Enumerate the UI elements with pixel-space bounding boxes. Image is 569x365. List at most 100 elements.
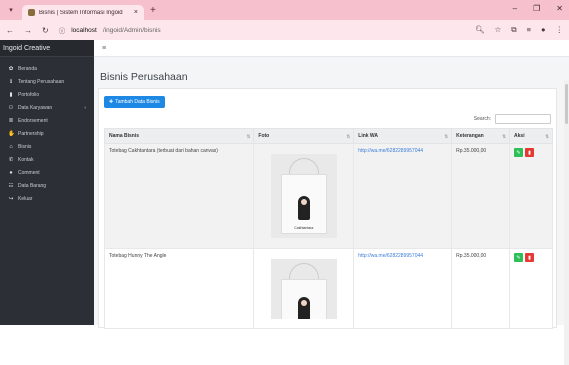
table-icon: ☷ (8, 182, 14, 189)
sidebar-item-endorsement[interactable]: ≣ Endorsement (0, 114, 94, 127)
sidebar-item-comment[interactable]: ● Comment (0, 166, 94, 179)
site-info-icon[interactable]: ⓘ (59, 25, 66, 35)
forward-icon[interactable]: → (24, 26, 32, 35)
sidebar-item-data-karyawan[interactable]: ⚇ Data Karyawan ‹ (0, 101, 94, 114)
reload-icon[interactable]: ↻ (42, 26, 49, 35)
tab-search-dropdown-icon[interactable]: ▾ (4, 4, 18, 16)
address-bar[interactable]: ⓘ localhost/ingoid/Admin/bisnis (59, 23, 465, 37)
sort-icon: ⇅ (246, 134, 251, 139)
logout-icon: ↪ (8, 195, 14, 202)
trash-icon: ▮ (528, 149, 531, 156)
sort-icon: ⇅ (502, 134, 507, 139)
delete-button[interactable]: ▮ (525, 148, 535, 157)
col-header-link-wa[interactable]: Link WA ⇅ (353, 128, 453, 144)
table-row: Totebag Cakhtantara (terbuat dari bahan … (103, 143, 553, 249)
comment-icon: ● (9, 169, 13, 176)
sidebar-item-label: Data Barang (18, 182, 47, 189)
edit-icon: ✎ (516, 149, 521, 156)
sort-icon: ⇅ (444, 134, 449, 139)
phone-icon: ✆ (8, 156, 14, 163)
figure-face (300, 199, 307, 205)
search-label: Search: (473, 116, 491, 122)
new-tab-icon[interactable]: + (150, 5, 156, 16)
palette-icon: ✿ (8, 65, 14, 72)
close-window-icon[interactable]: ✕ (556, 4, 563, 13)
sidebar-item-label: Data Karyawan (18, 104, 53, 111)
edit-button[interactable]: ✎ (514, 253, 524, 262)
cell-keterangan: Rp.35.000,00 (451, 143, 511, 249)
browser-tabbar: ▾ Bisnis | Sistem Informasi Ingoid × + –… (0, 0, 569, 20)
sidebar-item-label: Partnership (18, 130, 44, 137)
add-bisnis-label: Tambah Data Bisnis (115, 99, 160, 105)
sort-icon: ⇅ (545, 134, 549, 139)
header-label: Keterangan (456, 133, 484, 139)
data-card: ✚ Tambah Data Bisnis Search: Nama Bisnis… (98, 88, 557, 329)
header-label: Link WA (358, 133, 378, 139)
sidebar-item-tentang-perusahaan[interactable]: ℹ Tentang Perusahaan (0, 75, 94, 88)
edit-icon: ✎ (516, 254, 521, 261)
header-label: Foto (258, 133, 270, 139)
cell-foto (253, 248, 355, 329)
cell-aksi: ✎ ▮ (509, 143, 553, 249)
browser-tab-active[interactable]: Bisnis | Sistem Informasi Ingoid × (22, 5, 144, 20)
cell-nama-bisnis: Totebag Cakhtantara (terbuat dari bahan … (103, 143, 255, 249)
browser-toolbar: ← → ↻ ⓘ localhost/ingoid/Admin/bisnis 🔍︎… (0, 20, 569, 40)
edit-button[interactable]: ✎ (514, 148, 524, 157)
sidebar-item-kontak[interactable]: ✆ Kontak (0, 153, 94, 166)
cell-nama-bisnis: Totebag Hunny The Angle (103, 248, 255, 329)
url-host: localhost (71, 26, 97, 34)
delete-button[interactable]: ▮ (525, 253, 535, 262)
sidebar-item-beranda[interactable]: ✿ Beranda (0, 62, 94, 75)
col-header-nama-bisnis[interactable]: Nama Bisnis ⇅ (103, 128, 255, 144)
photo-caption: Cakhtantara (294, 226, 314, 230)
table-header-row: Nama Bisnis ⇅ Foto ⇅ Link WA ⇅ Keterangan ⇅ … (103, 128, 553, 144)
info-icon: ℹ (9, 78, 13, 85)
cell-link-wa: http://wa.me/6282289957044 (353, 248, 453, 329)
sidebar-item-keluar[interactable]: ↪ Keluar (0, 192, 94, 205)
scrollbar-thumb[interactable] (565, 84, 568, 124)
sidebar-item-bisnis[interactable]: ⌂ Bisnis (0, 140, 94, 153)
browser-menu-icon[interactable]: ⋮ (556, 25, 564, 35)
tab-title: Bisnis | Sistem Informasi Ingoid (39, 9, 123, 16)
sidebar-item-data-barang[interactable]: ☷ Data Barang (0, 179, 94, 192)
add-bisnis-button[interactable]: ✚ Tambah Data Bisnis (104, 96, 165, 108)
figure-image (297, 297, 310, 319)
zoom-icon[interactable]: 🔍︎ (475, 25, 485, 35)
top-navbar: ≡ (94, 40, 569, 57)
wa-link[interactable]: http://wa.me/6282289957044 (358, 253, 423, 259)
col-header-aksi[interactable]: Aksi ⇅ (509, 128, 553, 144)
maximize-icon[interactable]: ❐ (533, 4, 540, 13)
tab-close-icon[interactable]: × (134, 9, 138, 16)
sidebar-item-label: Beranda (18, 65, 37, 72)
brand-logo[interactable]: Ingoid Creative (0, 40, 94, 57)
wa-link[interactable]: http://wa.me/6282289957044 (358, 148, 423, 154)
cell-aksi: ✎ ▮ (509, 248, 553, 329)
minimize-icon[interactable]: – (513, 4, 517, 13)
main-content: ≡ Bisnis Perusahaan ✚ Tambah Data Bisnis… (94, 40, 569, 329)
trash-icon: ▮ (528, 254, 531, 261)
sidebar-item-label: Kontak (18, 156, 34, 163)
hamburger-menu-icon[interactable]: ≡ (102, 45, 106, 52)
sidebar-item-portofolio[interactable]: ▮ Portofolio (0, 88, 94, 101)
bookmark-star-icon[interactable]: ☆ (494, 25, 501, 35)
sidebar-item-partnership[interactable]: ✋ Partnership (0, 127, 94, 140)
col-header-foto[interactable]: Foto ⇅ (253, 128, 355, 144)
sidebar-item-label: Comment (18, 169, 40, 176)
sidebar-item-label: Tentang Perusahaan (18, 78, 65, 85)
profile-icon[interactable]: ● (541, 25, 546, 35)
bisnis-table: Nama Bisnis ⇅ Foto ⇅ Link WA ⇅ Keterangan ⇅ … (103, 128, 553, 329)
table-row: Totebag Hunny The Angle http://wa.me/628… (103, 248, 553, 329)
extensions-icon[interactable]: ⧉ (511, 25, 516, 35)
figure-image (297, 196, 310, 220)
header-label: Nama Bisnis (109, 133, 140, 139)
page-title: Bisnis Perusahaan (100, 71, 188, 83)
sidebar-item-label: Bisnis (18, 143, 32, 150)
window-controls: – ❐ ✕ (513, 4, 563, 13)
col-header-keterangan[interactable]: Keterangan ⇅ (451, 128, 511, 144)
table-search: Search: (474, 114, 551, 124)
search-input[interactable] (495, 114, 551, 124)
sidebar-item-label: Portofolio (18, 91, 40, 98)
page-scrollbar[interactable] (564, 80, 569, 365)
back-icon[interactable]: ← (6, 26, 14, 35)
reading-list-icon[interactable]: ≡ (527, 25, 531, 35)
